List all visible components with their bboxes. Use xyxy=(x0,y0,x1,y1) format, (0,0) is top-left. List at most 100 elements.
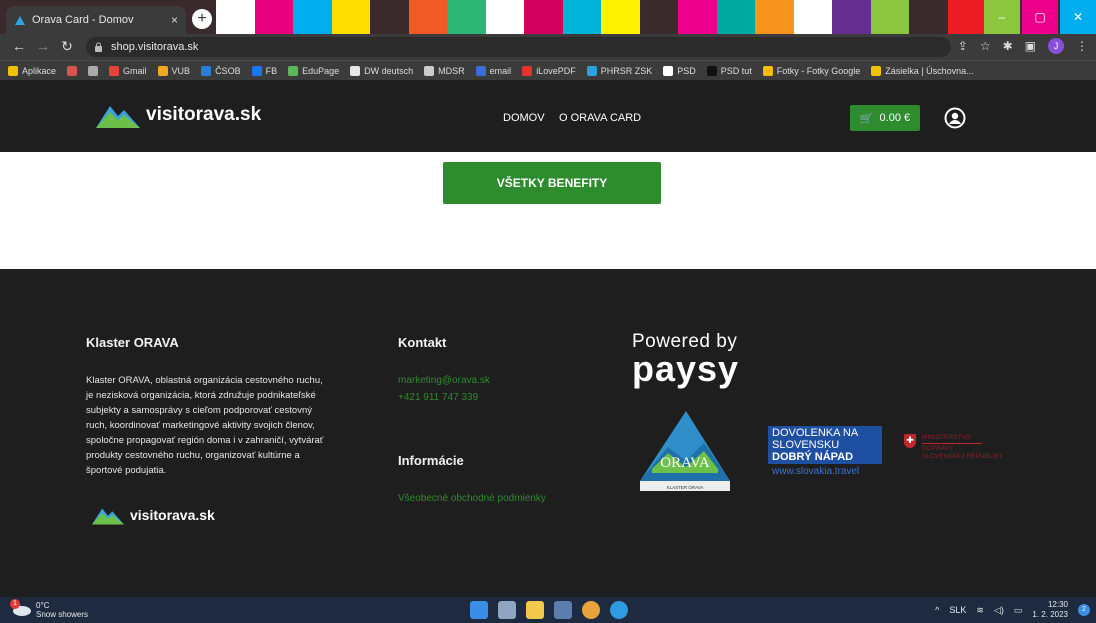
task-view-icon[interactable] xyxy=(498,601,516,619)
slovakia-travel-url: www.slovakia.travel xyxy=(772,466,860,477)
ministry-line-1: MINISTERSTVO xyxy=(922,434,971,441)
new-tab-button[interactable]: + xyxy=(192,9,212,29)
logo-text: visitorava.sk xyxy=(146,104,262,125)
maximize-button[interactable]: ▢ xyxy=(1022,0,1058,34)
bookmark-favicon-icon xyxy=(475,65,486,76)
bookmark-item[interactable]: PSD xyxy=(663,65,696,76)
all-benefits-button[interactable]: VŠETKY BENEFITY xyxy=(443,162,661,204)
battery-icon[interactable]: ▭ xyxy=(1014,605,1023,616)
site-header: visitorava.sk DOMOV O ORAVA CARD xyxy=(0,80,1096,152)
bookmark-label: PSD tut xyxy=(720,65,752,76)
footer-about-text: Klaster ORAVA, oblastná organizácia cest… xyxy=(86,375,324,476)
cart-button[interactable]: 🛒 0.00 € xyxy=(850,105,920,131)
bookmark-item[interactable]: ČSOB xyxy=(201,65,241,76)
dovolenka-na-slovensku-logo: DOVOLENKA NA SLOVENSKU DOBRÝ NÁPAD www.s… xyxy=(768,426,882,480)
tab-strip-stripe xyxy=(331,0,370,34)
tab-strip-stripe xyxy=(755,0,794,34)
bookmark-item[interactable]: FB xyxy=(251,65,278,76)
start-windows-icon[interactable] xyxy=(470,601,488,619)
tab-strip-stripe xyxy=(716,0,755,34)
tab-strip-stripe xyxy=(562,0,601,34)
menu-kebab-icon[interactable]: ⋮ xyxy=(1076,39,1088,53)
nav-link-o-orava-card[interactable]: O ORAVA CARD xyxy=(559,112,641,124)
bookmark-item[interactable]: iLovePDF xyxy=(522,65,576,76)
tab-title: Orava Card - Domov xyxy=(32,14,134,26)
bookmark-item[interactable]: Fotky - Fotky Google xyxy=(762,65,860,76)
tab-strip-stripe xyxy=(909,0,948,34)
contact-phone-link[interactable]: +421 911 747 339 xyxy=(398,392,478,403)
bookmark-item[interactable]: PHRSR ZSK xyxy=(586,65,652,76)
footer-about-heading: Klaster ORAVA xyxy=(86,335,179,350)
tab-strip-stripe xyxy=(639,0,678,34)
tab-strip-stripe xyxy=(524,0,563,34)
bookmark-label: Zásielka | Úschovna... xyxy=(885,65,974,76)
profile-avatar[interactable]: J xyxy=(1048,38,1064,54)
bookmarks-bar: Aplikace Gmail VUB ČSOB FB EduPage DW deutsch M… xyxy=(0,60,1096,80)
volume-icon[interactable]: ◁) xyxy=(994,605,1004,616)
browser-tab[interactable]: Orava Card - Domov × xyxy=(6,6,186,34)
bookmark-label: Aplikace xyxy=(22,65,57,76)
bookmark-item[interactable] xyxy=(67,65,78,76)
close-window-button[interactable]: ✕ xyxy=(1060,0,1096,34)
ministry-line-3: SLOVENSKEJ REPUBLIKY xyxy=(922,453,1003,460)
bookmark-item[interactable]: Aplikace xyxy=(8,65,57,76)
bookmark-item[interactable]: EduPage xyxy=(288,65,339,76)
extensions-puzzle-icon[interactable]: ✱ xyxy=(1003,39,1013,53)
footer-logo[interactable]: visitorava.sk xyxy=(92,505,215,525)
sidebar-icon[interactable]: ▣ xyxy=(1025,39,1036,53)
lock-icon xyxy=(95,42,102,52)
bookmark-item[interactable] xyxy=(88,65,99,76)
url-bar[interactable]: shop.visitorava.sk xyxy=(86,37,951,57)
site-logo[interactable]: visitorava.sk xyxy=(96,102,261,128)
share-icon[interactable]: ⇪ xyxy=(958,39,968,53)
bookmark-label: ČSOB xyxy=(215,65,241,76)
tab-strip-stripe xyxy=(947,0,986,34)
nav-link-domov[interactable]: DOMOV xyxy=(503,112,545,124)
bookmark-star-icon[interactable]: ☆ xyxy=(980,39,991,53)
bookmark-label: FB xyxy=(265,65,278,76)
bookmark-item[interactable]: MDSR xyxy=(424,65,465,76)
file-explorer-icon[interactable] xyxy=(526,601,544,619)
bookmark-favicon-icon xyxy=(350,65,361,76)
browser-tab-strip: Orava Card - Domov × + – ▢ ✕ xyxy=(0,0,1096,34)
powered-by-paysy[interactable]: Powered by paysy xyxy=(632,331,739,387)
chevron-up-icon[interactable]: ^ xyxy=(935,605,939,615)
terms-link[interactable]: Všeobecné obchodné podmienky xyxy=(398,493,546,504)
reload-icon[interactable]: ↻ xyxy=(58,38,76,55)
weather-temperature: 0°C xyxy=(36,601,50,610)
mountain-logo-icon xyxy=(96,106,140,128)
bookmark-favicon-icon xyxy=(288,65,299,76)
minimize-button[interactable]: – xyxy=(984,0,1020,34)
bookmark-item[interactable]: Gmail xyxy=(109,65,147,76)
input-language[interactable]: SLK xyxy=(949,605,966,615)
bookmark-favicon-icon xyxy=(67,65,78,76)
dovolenka-line-1: DOVOLENKA NA xyxy=(772,427,859,439)
weather-widget[interactable]: 1 0°C Snow showers xyxy=(10,599,88,619)
bookmark-favicon-icon xyxy=(201,65,212,76)
main-content: VŠETKY BENEFITY xyxy=(0,152,1096,269)
bookmark-favicon-icon xyxy=(871,65,882,76)
contact-email-link[interactable]: marketing@orava.sk xyxy=(398,375,490,386)
bookmark-item[interactable]: Zásielka | Úschovna... xyxy=(871,65,974,76)
bookmark-item[interactable]: PSD tut xyxy=(706,65,752,76)
bookmark-item[interactable]: VUB xyxy=(157,65,190,76)
cart-icon: 🛒 xyxy=(859,112,874,125)
forward-arrow-icon[interactable]: → xyxy=(34,38,52,54)
back-arrow-icon[interactable]: ← xyxy=(10,38,28,54)
orava-badge-text: ORAVA xyxy=(660,455,710,471)
tab-strip-stripe xyxy=(370,0,409,34)
bookmark-item[interactable]: DW deutsch xyxy=(350,65,413,76)
store-icon[interactable] xyxy=(554,601,572,619)
close-tab-icon[interactable]: × xyxy=(171,13,178,27)
chrome-icon[interactable] xyxy=(582,601,600,619)
bookmark-favicon-icon xyxy=(586,65,597,76)
bookmark-favicon-icon xyxy=(522,65,533,76)
edge-icon[interactable] xyxy=(610,601,628,619)
bookmark-item[interactable]: email xyxy=(475,65,511,76)
notification-badge[interactable]: 2 xyxy=(1078,604,1090,616)
ministry-logo: ✚ MINISTERSTVO DOPRAVY SLOVENSKEJ REPUBL… xyxy=(904,434,1003,461)
wifi-icon[interactable]: ≋ xyxy=(976,605,984,616)
bookmark-favicon-icon xyxy=(424,65,435,76)
user-account-icon[interactable] xyxy=(944,107,966,129)
clock[interactable]: 12:30 1. 2. 2023 xyxy=(1032,600,1068,620)
